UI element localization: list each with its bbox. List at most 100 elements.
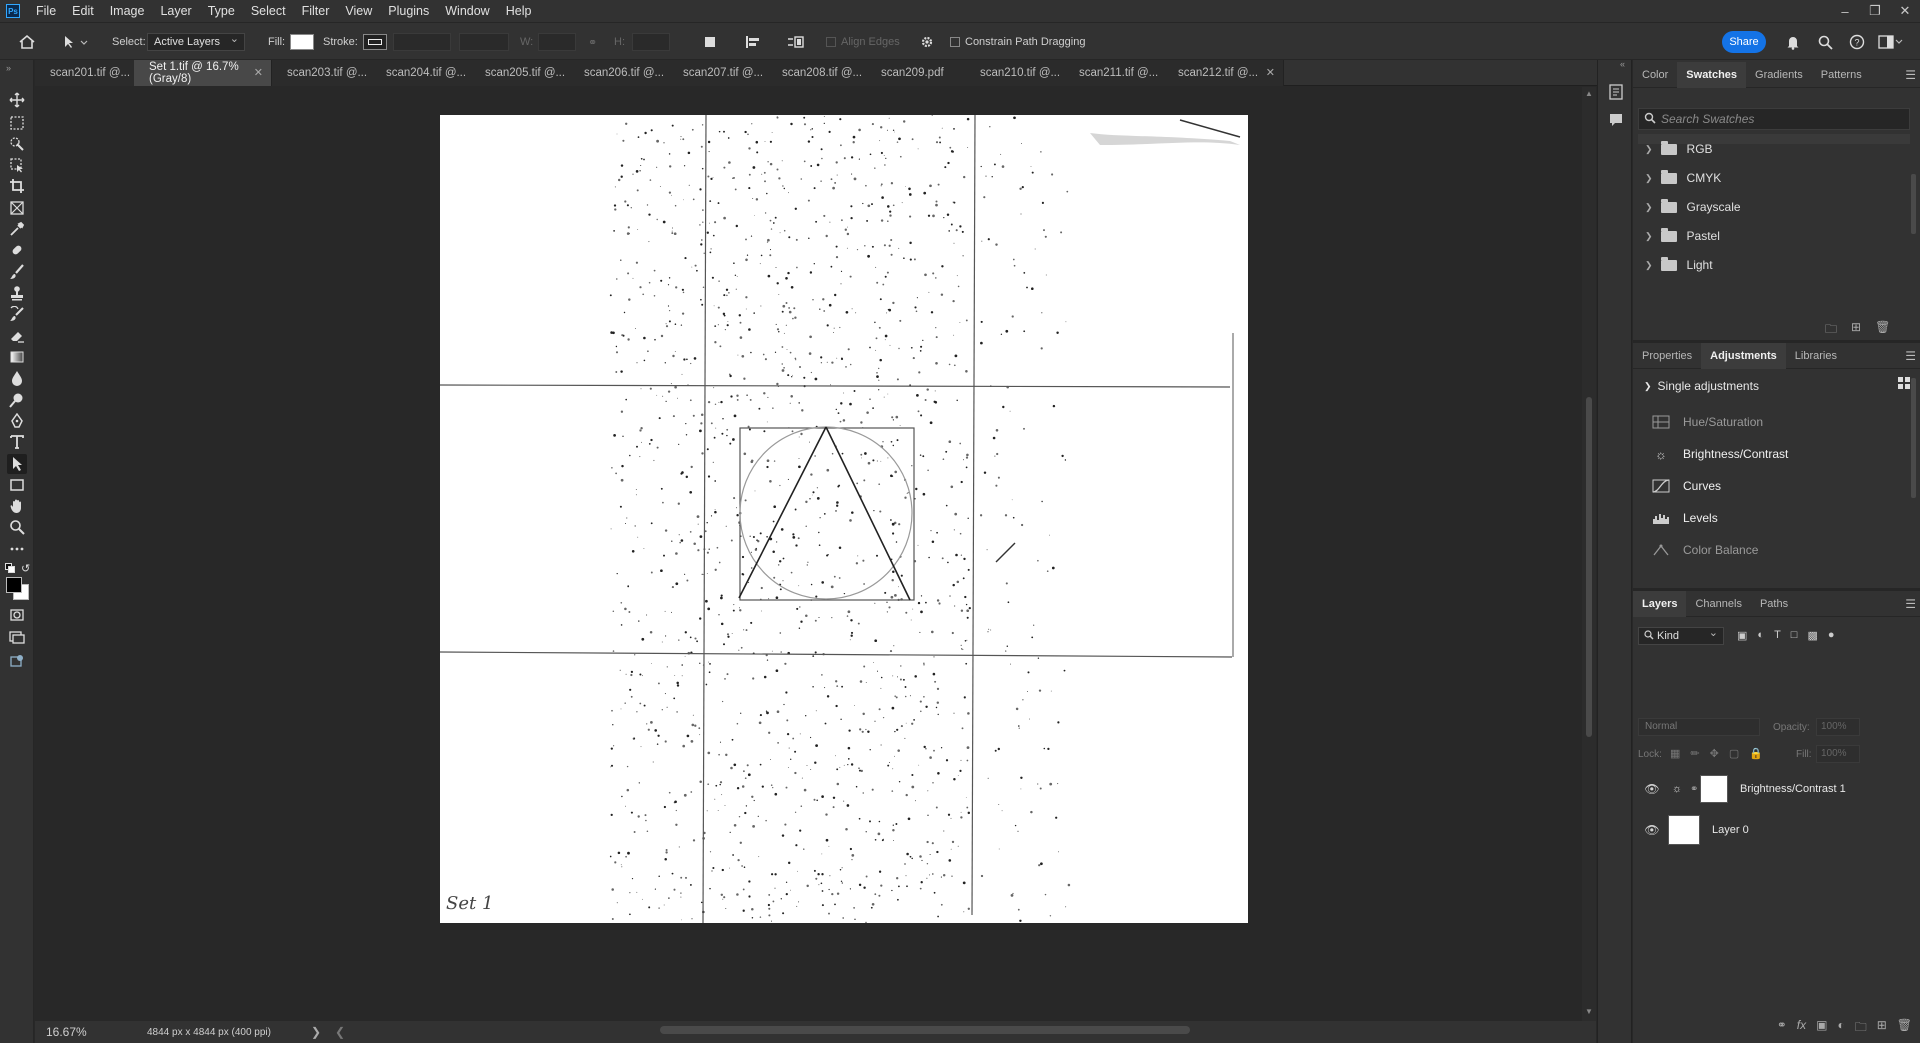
panel-menu-icon[interactable]: ☰ xyxy=(1905,68,1916,82)
filter-type-icon[interactable]: T xyxy=(1774,629,1781,642)
move-tool-icon[interactable] xyxy=(7,90,27,110)
new-group-folder-icon[interactable]: 🗀 xyxy=(1855,1018,1867,1039)
collapse-toolbar-icon[interactable]: » xyxy=(6,63,11,73)
share-button[interactable]: Share xyxy=(1722,31,1766,53)
scroll-down-icon[interactable]: ▼ xyxy=(1585,1007,1593,1016)
screen-mode-icon[interactable] xyxy=(7,627,27,647)
edit-toolbar-icon[interactable] xyxy=(7,651,27,671)
menu-select[interactable]: Select xyxy=(243,0,294,22)
lock-all-icon[interactable]: 🔒 xyxy=(1749,747,1763,760)
swatch-group-light[interactable]: ❯ Light xyxy=(1645,254,1713,276)
adjustment-curves[interactable]: Curves xyxy=(1651,474,1721,498)
tab-layers[interactable]: Layers xyxy=(1633,590,1687,617)
layer-name[interactable]: Layer 0 xyxy=(1712,824,1749,836)
foreground-color-swatch[interactable] xyxy=(6,577,22,593)
panel-menu-icon[interactable]: ☰ xyxy=(1905,597,1916,611)
tab-properties[interactable]: Properties xyxy=(1633,343,1701,369)
help-icon[interactable]: ? xyxy=(1849,23,1865,61)
swatch-group-grayscale[interactable]: ❯ Grayscale xyxy=(1645,196,1741,218)
crop-tool-icon[interactable] xyxy=(7,176,27,196)
new-group-folder-icon[interactable]: 🗀 xyxy=(1825,320,1837,341)
close-window-icon[interactable]: ✕ xyxy=(1890,0,1920,22)
width-field[interactable] xyxy=(538,33,576,51)
quick-mask-icon[interactable] xyxy=(7,605,27,625)
stroke-swatch[interactable] xyxy=(363,34,387,50)
lock-transparent-icon[interactable]: ▦ xyxy=(1670,747,1680,760)
layer-row-layer0[interactable]: 👁 Layer 0 xyxy=(1633,814,1920,846)
new-adjustment-layer-icon[interactable]: ◐ xyxy=(1837,1018,1844,1039)
home-icon[interactable] xyxy=(18,23,36,61)
pen-tool-icon[interactable] xyxy=(7,411,27,431)
menu-plugins[interactable]: Plugins xyxy=(380,0,437,22)
layer-style-fx-icon[interactable]: fx xyxy=(1797,1018,1806,1039)
fill-field[interactable]: 100% xyxy=(1816,745,1860,763)
clone-stamp-tool-icon[interactable] xyxy=(7,283,27,303)
menu-layer[interactable]: Layer xyxy=(152,0,199,22)
adjustments-scrollbar[interactable] xyxy=(1911,378,1916,498)
constrain-path-checkbox[interactable]: Constrain Path Dragging xyxy=(950,23,1085,61)
menu-image[interactable]: Image xyxy=(102,0,153,22)
visibility-eye-icon[interactable]: 👁 xyxy=(1644,782,1660,796)
new-swatch-icon[interactable]: ⊞ xyxy=(1851,320,1861,341)
opacity-field[interactable]: 100% xyxy=(1816,718,1860,736)
layer-name[interactable]: Brightness/Contrast 1 xyxy=(1740,783,1846,795)
vertical-scroll-thumb[interactable] xyxy=(1586,397,1592,737)
scroll-up-icon[interactable]: ▲ xyxy=(1585,89,1593,98)
tab-color[interactable]: Color xyxy=(1633,62,1677,88)
zoom-tool-icon[interactable] xyxy=(7,517,27,537)
swatch-group-rgb[interactable]: ❯ RGB xyxy=(1645,138,1713,160)
menu-file[interactable]: File xyxy=(28,0,64,22)
tab-adjustments[interactable]: Adjustments xyxy=(1701,342,1786,369)
brush-tool-icon[interactable] xyxy=(7,262,27,282)
adjustment-hue-saturation[interactable]: Hue/Saturation xyxy=(1651,410,1763,434)
tab-swatches[interactable]: Swatches xyxy=(1677,61,1747,88)
collapse-dock-icon[interactable]: « xyxy=(1620,59,1625,69)
search-icon[interactable] xyxy=(1818,23,1833,61)
delete-trash-icon[interactable]: 🗑 xyxy=(1875,320,1890,341)
link-dimensions-icon[interactable]: ⚭ xyxy=(588,23,597,61)
hand-tool-icon[interactable] xyxy=(7,496,27,516)
default-colors-icon[interactable] xyxy=(5,563,15,573)
tab-channels[interactable]: Channels xyxy=(1686,591,1750,617)
frame-tool-icon[interactable] xyxy=(7,198,27,218)
delete-trash-icon[interactable]: 🗑 xyxy=(1897,1018,1912,1039)
healing-brush-tool-icon[interactable] xyxy=(7,240,27,260)
tab-scan212[interactable]: scan212.tif @... ✕ xyxy=(1163,60,1284,86)
history-brush-tool-icon[interactable] xyxy=(7,304,27,324)
workspace-switcher-icon[interactable] xyxy=(1878,23,1904,61)
visibility-eye-icon[interactable]: 👁 xyxy=(1644,823,1660,837)
path-arrangement-icon[interactable] xyxy=(787,23,805,61)
close-tab-icon[interactable]: ✕ xyxy=(1266,66,1275,79)
path-alignment-icon[interactable] xyxy=(745,23,761,61)
filter-smartobject-icon[interactable]: ▩ xyxy=(1807,629,1817,642)
tab-paths[interactable]: Paths xyxy=(1751,591,1797,617)
filter-pixel-icon[interactable]: ▣ xyxy=(1737,629,1747,642)
link-chain-icon[interactable]: ⚭ xyxy=(1690,784,1700,795)
filter-shape-icon[interactable]: □ xyxy=(1791,629,1798,642)
object-selection-tool-icon[interactable] xyxy=(7,134,27,154)
marquee-tool-icon[interactable] xyxy=(7,113,27,133)
zoom-level[interactable]: 16.67% xyxy=(35,1025,147,1039)
layer-thumbnail[interactable] xyxy=(1668,815,1700,845)
gradient-tool-icon[interactable] xyxy=(7,347,27,367)
tab-libraries[interactable]: Libraries xyxy=(1786,343,1846,369)
layer-filter-kind-dropdown[interactable]: Kind xyxy=(1638,625,1724,645)
swatch-search-input[interactable]: Search Swatches xyxy=(1638,108,1910,130)
new-layer-icon[interactable]: ⊞ xyxy=(1877,1018,1887,1039)
comments-panel-icon[interactable] xyxy=(1608,112,1624,128)
path-selection-tool-preset-icon[interactable] xyxy=(62,23,90,61)
grid-view-icon[interactable] xyxy=(1897,376,1911,390)
lock-pixels-brush-icon[interactable]: ✏ xyxy=(1690,747,1699,760)
menu-view[interactable]: View xyxy=(337,0,380,22)
tab-set1[interactable]: Set 1.tif @ 16.7% (Gray/8) ✕ xyxy=(134,60,272,86)
status-expand-icon[interactable]: ❯ xyxy=(311,1025,321,1039)
scroll-left-icon[interactable]: ❮ xyxy=(335,1025,345,1039)
menu-help[interactable]: Help xyxy=(498,0,540,22)
tab-gradients[interactable]: Gradients xyxy=(1746,62,1812,88)
panel-menu-icon[interactable]: ☰ xyxy=(1905,349,1916,363)
link-layers-icon[interactable]: ⚭ xyxy=(1777,1018,1787,1039)
filter-toggle-icon[interactable]: ● xyxy=(1828,629,1835,642)
menu-type[interactable]: Type xyxy=(200,0,243,22)
menu-edit[interactable]: Edit xyxy=(64,0,102,22)
eyedropper-tool-icon[interactable] xyxy=(7,219,27,239)
